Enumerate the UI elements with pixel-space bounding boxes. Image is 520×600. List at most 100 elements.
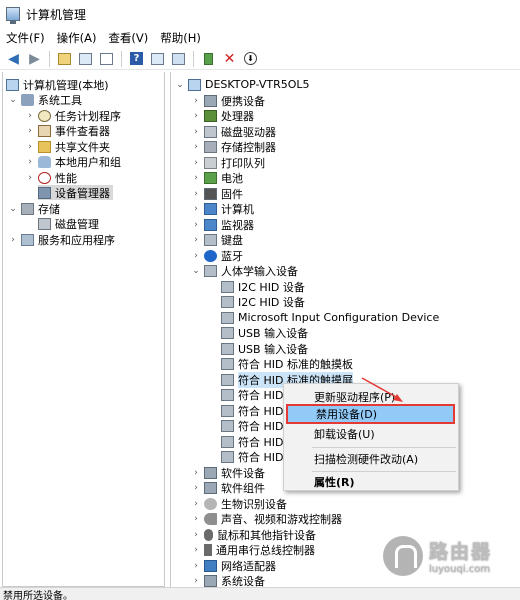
hid-device[interactable]: 符合 HID 标准的触摸板 — [221, 356, 353, 371]
menu-disable-device[interactable]: 禁用设备(D) — [286, 404, 455, 424]
expand-chevron-icon[interactable]: › — [25, 123, 35, 138]
device-category[interactable]: › 电池 — [191, 170, 243, 185]
device-category[interactable]: › 软件设备 — [191, 465, 265, 480]
device-category-hid[interactable]: ⌄ 人体学输入设备 — [191, 263, 298, 278]
monitor-button[interactable] — [170, 50, 187, 67]
uninstall-toolbar-button[interactable]: ✕ — [221, 50, 238, 67]
collapse-chevron-icon[interactable]: ⌄ — [191, 263, 201, 278]
expand-chevron-icon[interactable]: › — [191, 558, 201, 573]
device-category[interactable]: › 系统设备 — [191, 573, 265, 588]
expand-chevron-icon[interactable]: › — [191, 511, 201, 526]
device-category[interactable]: › 监视器 — [191, 217, 254, 232]
forward-button[interactable]: ▶ — [26, 50, 43, 67]
expand-chevron-icon[interactable]: › — [191, 201, 201, 216]
expand-chevron-icon[interactable]: › — [191, 480, 201, 495]
update-driver-toolbar-button[interactable] — [200, 50, 217, 67]
expand-chevron-icon[interactable]: › — [191, 108, 201, 123]
show-hide-tree-button[interactable] — [77, 50, 94, 67]
hid-device[interactable]: USB 输入设备 — [221, 325, 308, 340]
tree-item-event-viewer[interactable]: › 事件查看器 — [25, 123, 110, 138]
tree-item-root[interactable]: 计算机管理(本地) — [6, 77, 109, 92]
device-category[interactable]: › 鼠标和其他指针设备 — [191, 527, 316, 542]
tree-label: 共享文件夹 — [55, 140, 110, 154]
tree-item-computer[interactable]: ⌄ DESKTOP-VTR5OL5 — [175, 77, 309, 92]
tree-item-performance[interactable]: › 性能 — [25, 170, 77, 185]
expand-chevron-icon[interactable]: › — [25, 154, 35, 169]
device-category[interactable]: › 键盘 — [191, 232, 243, 247]
firmware-icon — [204, 187, 217, 200]
device-category[interactable]: › 固件 — [191, 186, 243, 201]
expand-chevron-icon[interactable]: › — [191, 170, 201, 185]
device-category[interactable]: › 网络适配器 — [191, 558, 276, 573]
expand-chevron-icon[interactable]: › — [191, 217, 201, 232]
device-category[interactable]: › 通用串行总线控制器 — [191, 542, 315, 557]
expand-chevron-icon[interactable]: › — [191, 232, 201, 247]
tree-label: 处理器 — [221, 109, 254, 123]
expand-chevron-icon[interactable]: › — [191, 573, 201, 588]
toolbar-separator — [193, 50, 194, 67]
device-category[interactable]: › 处理器 — [191, 108, 254, 123]
expand-chevron-icon[interactable]: › — [25, 108, 35, 123]
collapse-chevron-icon[interactable]: ⌄ — [8, 92, 18, 107]
hid-device[interactable]: 符合 HID — [221, 418, 283, 433]
tree-item-system-tools[interactable]: ⌄ 系统工具 — [8, 92, 82, 107]
menu-help[interactable]: 帮助(H) — [160, 30, 201, 46]
menu-action[interactable]: 操作(A) — [57, 30, 97, 46]
expand-chevron-icon[interactable]: › — [191, 248, 201, 263]
disable-toolbar-button[interactable]: ⬇ — [242, 50, 259, 67]
help-button[interactable]: ? — [128, 50, 145, 67]
back-button[interactable]: ◀ — [5, 50, 22, 67]
tree-item-local-users[interactable]: › 本地用户和组 — [25, 154, 121, 169]
expand-chevron-icon[interactable]: › — [25, 139, 35, 154]
device-category[interactable]: › 声音、视频和游戏控制器 — [191, 511, 342, 526]
device-category[interactable]: › 磁盘驱动器 — [191, 124, 276, 139]
expand-chevron-icon[interactable]: › — [191, 155, 201, 170]
hid-device[interactable]: I2C HID 设备 — [221, 294, 305, 309]
properties-toolbar-button[interactable] — [98, 50, 115, 67]
device-category[interactable]: › 计算机 — [191, 201, 254, 216]
hid-device[interactable]: USB 输入设备 — [221, 341, 308, 356]
device-category[interactable]: › 蓝牙 — [191, 248, 243, 263]
hid-device[interactable]: I2C HID 设备 — [221, 279, 305, 294]
collapse-chevron-icon[interactable]: ⌄ — [175, 77, 185, 92]
device-category[interactable]: › 存储控制器 — [191, 139, 276, 154]
menu-properties[interactable]: 属性(R) — [284, 472, 460, 492]
hid-device[interactable]: Microsoft Input Configuration Device — [221, 310, 439, 325]
up-level-button[interactable] — [56, 50, 73, 67]
expand-chevron-icon[interactable]: › — [191, 139, 201, 154]
menu-view[interactable]: 查看(V) — [108, 30, 148, 46]
device-category[interactable]: › 打印队列 — [191, 155, 265, 170]
software-component-icon — [204, 481, 217, 494]
tree-item-shared-folders[interactable]: › 共享文件夹 — [25, 139, 110, 154]
hid-device[interactable]: 符合 HID — [221, 434, 283, 449]
device-category[interactable]: › 软件组件 — [191, 480, 265, 495]
expand-chevron-icon[interactable]: › — [191, 93, 201, 108]
menu-uninstall-device[interactable]: 卸载设备(U) — [284, 424, 460, 444]
expand-chevron-icon[interactable]: › — [191, 124, 201, 139]
tree-item-services[interactable]: › 服务和应用程序 — [8, 232, 115, 247]
tree-item-task-scheduler[interactable]: › 任务计划程序 — [25, 108, 121, 123]
device-category[interactable]: › 便携设备 — [191, 93, 265, 108]
expand-chevron-icon[interactable]: › — [191, 527, 201, 542]
expand-chevron-icon[interactable]: › — [8, 232, 18, 247]
expand-chevron-icon[interactable]: › — [25, 170, 35, 185]
expand-chevron-icon[interactable]: › — [191, 465, 201, 480]
hid-device[interactable]: 符合 HID — [221, 403, 283, 418]
expand-chevron-icon[interactable]: › — [191, 542, 201, 557]
window-title: 计算机管理 — [26, 7, 87, 22]
update-driver-icon — [204, 52, 213, 65]
menu-file[interactable]: 文件(F) — [6, 30, 45, 46]
speaker-icon — [204, 512, 217, 525]
device-category[interactable]: › 生物识别设备 — [191, 496, 287, 511]
collapse-chevron-icon[interactable]: ⌄ — [8, 201, 18, 216]
tree-item-storage[interactable]: ⌄ 存储 — [8, 201, 60, 216]
hid-device[interactable]: 符合 HID — [221, 387, 283, 402]
expand-chevron-icon[interactable]: › — [191, 186, 201, 201]
menu-scan-hardware[interactable]: 扫描检测硬件改动(A) — [284, 449, 460, 469]
tree-item-disk-management[interactable]: 磁盘管理 — [38, 216, 99, 231]
hid-device[interactable]: 符合 HID — [221, 449, 283, 464]
tree-item-device-manager[interactable]: 设备管理器 — [38, 185, 113, 200]
expand-chevron-icon[interactable]: › — [191, 496, 201, 511]
action-pane-button[interactable] — [149, 50, 166, 67]
hid-device-icon — [221, 342, 234, 355]
